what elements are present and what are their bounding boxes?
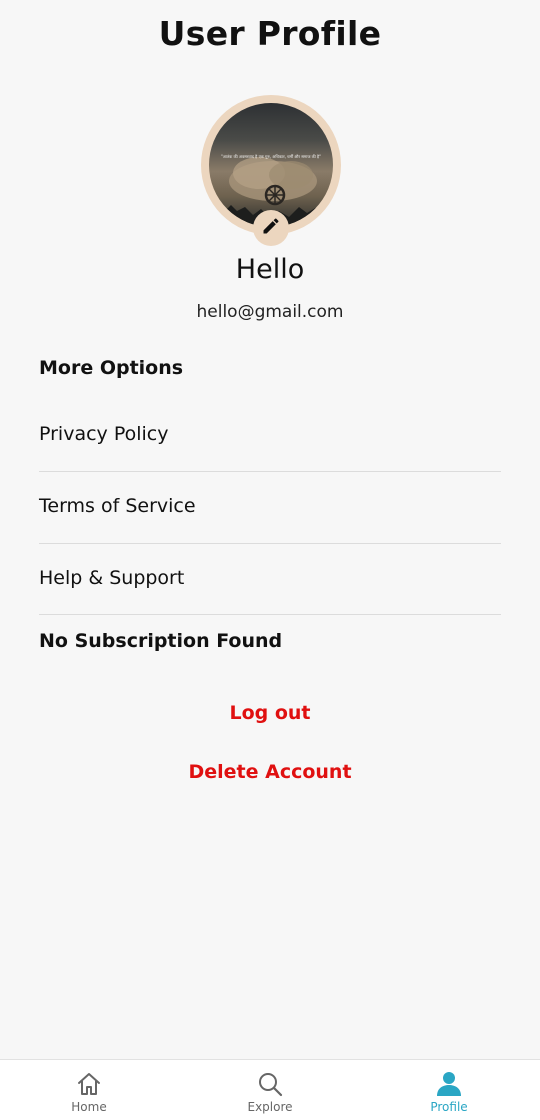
option-label: Help & Support bbox=[39, 567, 185, 589]
search-icon bbox=[256, 1070, 284, 1098]
person-icon bbox=[435, 1070, 463, 1098]
terms-of-service-link[interactable]: Terms of Service bbox=[39, 470, 501, 542]
edit-avatar-button[interactable] bbox=[253, 210, 289, 246]
option-label: Terms of Service bbox=[39, 495, 196, 517]
bottom-nav: Home Explore Profile bbox=[0, 1059, 540, 1120]
avatar-image: "आतंक की अवसरवाद है एक गुरु, अधिकार, धर्… bbox=[209, 103, 333, 227]
privacy-policy-link[interactable]: Privacy Policy bbox=[39, 398, 501, 470]
nav-home-label: Home bbox=[71, 1100, 107, 1114]
nav-home[interactable]: Home bbox=[29, 1060, 149, 1120]
nav-profile[interactable]: Profile bbox=[389, 1060, 509, 1120]
profile-email: hello@gmail.com bbox=[196, 302, 344, 322]
pencil-icon bbox=[261, 216, 281, 240]
profile-name: Hello bbox=[235, 254, 305, 285]
nav-explore[interactable]: Explore bbox=[210, 1060, 330, 1120]
subscription-status: No Subscription Found bbox=[39, 630, 283, 652]
nav-profile-label: Profile bbox=[430, 1100, 468, 1114]
avatar-caption: "आतंक की अवसरवाद है एक गुरु, अधिकार, धर्… bbox=[220, 154, 322, 159]
more-options-heading: More Options bbox=[39, 357, 184, 379]
divider bbox=[39, 614, 501, 615]
option-label: Privacy Policy bbox=[39, 423, 169, 445]
logout-button[interactable]: Log out bbox=[0, 702, 540, 724]
home-icon bbox=[75, 1070, 103, 1098]
page-title: User Profile bbox=[158, 14, 382, 53]
nav-explore-label: Explore bbox=[247, 1100, 293, 1114]
delete-account-button[interactable]: Delete Account bbox=[0, 761, 540, 783]
help-support-link[interactable]: Help & Support bbox=[39, 542, 501, 614]
